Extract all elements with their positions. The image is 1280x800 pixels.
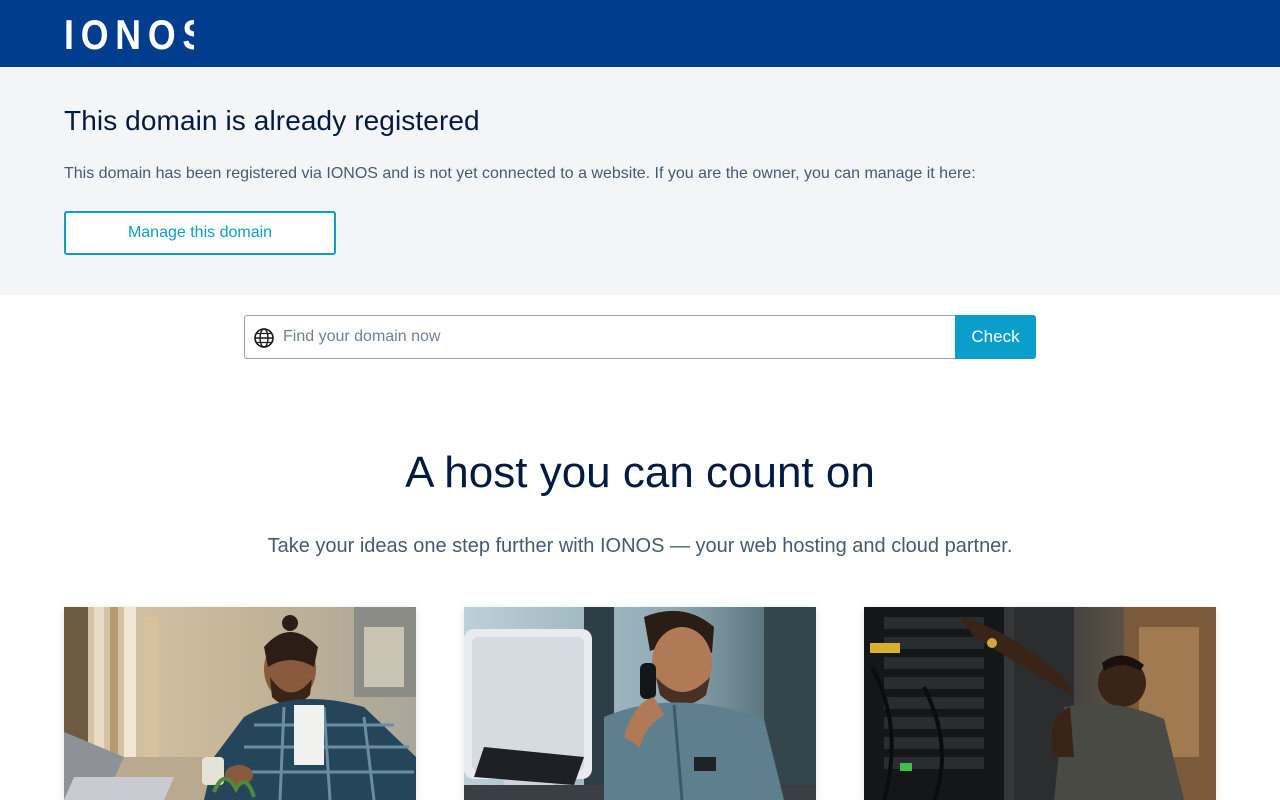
workshop-photo xyxy=(64,607,416,800)
ionos-logo[interactable]: IONOS xyxy=(64,13,194,53)
top-bar: IONOS xyxy=(0,0,1280,67)
globe-icon xyxy=(254,328,274,348)
office-photo xyxy=(464,607,816,800)
notice-title: This domain is already registered xyxy=(64,105,480,136)
check-button[interactable]: Check xyxy=(955,315,1036,359)
hero-title: A host you can count on xyxy=(405,448,875,497)
feature-card-datacenter[interactable] xyxy=(864,607,1216,800)
hero-subtitle: Take your ideas one step further with IO… xyxy=(267,535,1013,557)
domain-search-input[interactable] xyxy=(283,316,943,358)
notice-text: This domain has been registered via IONO… xyxy=(64,165,976,182)
feature-card-office[interactable] xyxy=(464,607,816,800)
feature-card-workshop[interactable] xyxy=(64,607,416,800)
manage-domain-button[interactable]: Manage this domain xyxy=(64,211,336,255)
domain-search-field xyxy=(244,315,955,359)
domain-notice: This domain is already registered This d… xyxy=(0,67,1280,295)
svg-text:IONOS: IONOS xyxy=(64,13,194,53)
datacenter-photo xyxy=(864,607,1216,800)
domain-search: Check xyxy=(244,315,1036,359)
